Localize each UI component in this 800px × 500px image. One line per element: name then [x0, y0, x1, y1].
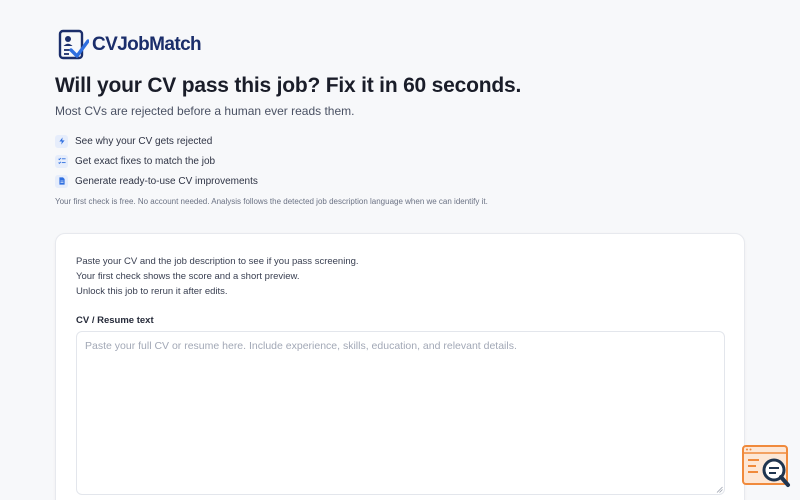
- cv-document-check-icon: [58, 29, 89, 60]
- feedback-widget-button[interactable]: [741, 444, 791, 492]
- page-title: Will your CV pass this job? Fix it in 60…: [55, 74, 522, 97]
- brand-logo[interactable]: CVJobMatch: [57, 29, 202, 61]
- cv-field-label: CV / Resume text: [76, 315, 154, 326]
- free-check-note: Your first check is free. No account nee…: [55, 197, 488, 206]
- bolt-icon: [55, 134, 68, 148]
- page: CVJobMatch Will your CV pass this job? F…: [0, 0, 800, 500]
- cv-check-card: Paste your CV and the job description to…: [55, 233, 745, 500]
- feature-list: See why your CV gets rejected Get exact …: [55, 131, 258, 191]
- feature-item: Get exact fixes to match the job: [55, 151, 258, 171]
- intro-line: Unlock this job to rerun it after edits.: [76, 286, 228, 297]
- intro-line: Paste your CV and the job description to…: [76, 256, 359, 267]
- feature-text: See why your CV gets rejected: [75, 135, 213, 147]
- feature-item: Generate ready-to-use CV improvements: [55, 171, 258, 191]
- document-icon: [55, 174, 68, 188]
- cv-text-input[interactable]: [76, 331, 725, 495]
- list-check-icon: [55, 154, 68, 168]
- intro-line: Your first check shows the score and a s…: [76, 271, 300, 282]
- form-intro: Paste your CV and the job description to…: [76, 254, 359, 299]
- brand-name: CVJobMatch: [92, 34, 202, 55]
- feature-text: Generate ready-to-use CV improvements: [75, 175, 258, 187]
- page-subtitle: Most CVs are rejected before a human eve…: [55, 104, 355, 118]
- feature-text: Get exact fixes to match the job: [75, 155, 216, 167]
- search-feedback-icon: [742, 445, 790, 487]
- feature-item: See why your CV gets rejected: [55, 131, 258, 151]
- resize-handle-icon[interactable]: [716, 486, 723, 493]
